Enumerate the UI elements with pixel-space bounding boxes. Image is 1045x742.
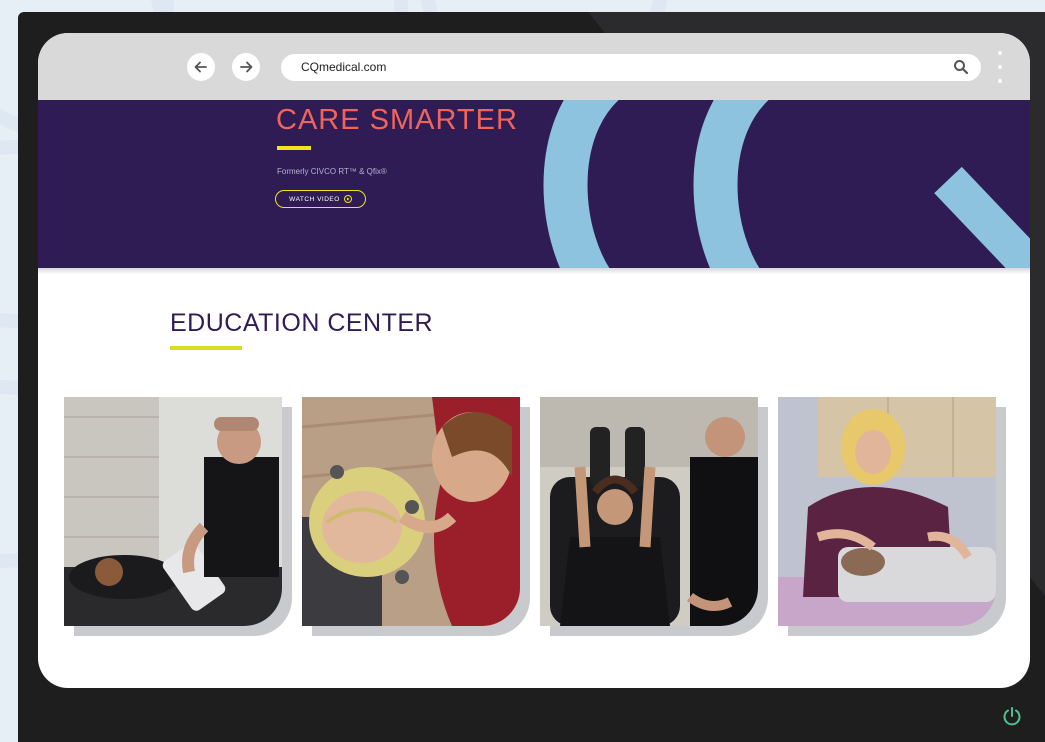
hero-shadow <box>38 268 1030 274</box>
play-icon <box>343 195 352 203</box>
hero-accent-bar <box>277 146 311 150</box>
hero-subtitle: Formerly CIVCO RT™ & Qfix® <box>277 167 387 176</box>
section-accent-bar <box>170 346 242 350</box>
education-card[interactable] <box>540 397 768 636</box>
address-bar[interactable]: CQmedical.com <box>281 54 981 81</box>
power-icon[interactable] <box>1000 704 1024 728</box>
forward-button[interactable] <box>232 53 260 81</box>
education-card[interactable] <box>778 397 1006 636</box>
back-button[interactable] <box>187 53 215 81</box>
search-icon[interactable] <box>953 59 969 75</box>
watch-video-label: WATCH VIDEO <box>289 195 340 203</box>
kebab-menu-icon[interactable] <box>996 51 1004 83</box>
education-card[interactable] <box>302 397 530 636</box>
browser-toolbar: CQmedical.com <box>38 33 1030 100</box>
education-card[interactable] <box>64 397 292 636</box>
card-photo[interactable] <box>64 397 282 626</box>
arrow-left-icon <box>194 61 207 73</box>
section-title: EDUCATION CENTER <box>170 309 434 337</box>
card-photo[interactable] <box>302 397 520 626</box>
card-photo[interactable] <box>540 397 758 626</box>
card-photo[interactable] <box>778 397 996 626</box>
hero-banner: CARE SMARTER Formerly CIVCO RT™ & Qfix® … <box>38 100 1030 268</box>
url-text[interactable]: CQmedical.com <box>301 60 386 74</box>
hero-title: CARE SMARTER <box>276 104 518 136</box>
arrow-right-icon <box>240 61 253 73</box>
tablet-screen: CQmedical.com CARE SMARTER Formerly CIVC… <box>38 33 1030 688</box>
cq-logo-art <box>543 100 1030 268</box>
watch-video-button[interactable]: WATCH VIDEO <box>275 190 366 208</box>
